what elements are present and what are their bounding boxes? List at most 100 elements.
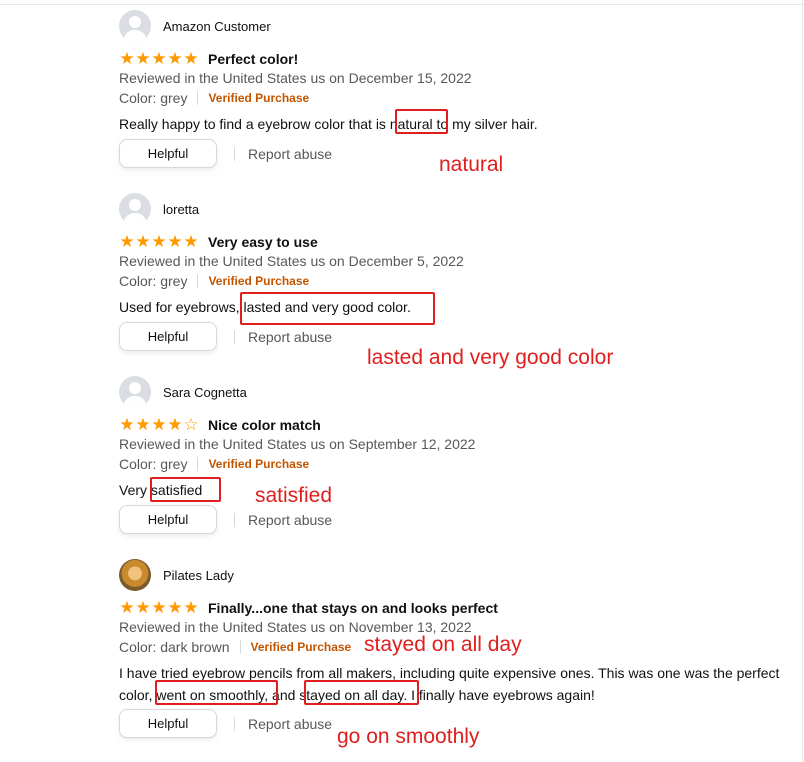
avatar — [119, 559, 151, 591]
star-icon: ★ — [151, 415, 167, 434]
meta-divider — [239, 640, 241, 654]
reviewer-profile[interactable]: loretta — [119, 193, 199, 225]
review-text: I finally have eyebrows again! — [407, 687, 595, 703]
star-rating: ★ ★ ★ ★ ★ — [119, 233, 199, 251]
review-text: Really happy to find a eyebrow color tha… — [119, 116, 390, 132]
star-icon: ★ — [151, 49, 167, 68]
star-icon: ★ — [135, 415, 151, 434]
star-icon: ★ — [167, 415, 183, 434]
review-title-row[interactable]: ★ ★ ★ ★ ★ Finally...one that stays on an… — [119, 597, 498, 619]
reviewer-name: Amazon Customer — [163, 18, 271, 34]
annotation-label: lasted and very good color — [367, 346, 614, 369]
star-icon: ★ — [119, 598, 135, 617]
star-icon: ★ — [167, 598, 183, 617]
actions-divider — [234, 512, 235, 527]
verified-purchase-badge: Verified Purchase — [208, 91, 310, 105]
report-abuse-link[interactable]: Report abuse — [248, 512, 332, 528]
actions-divider — [234, 329, 235, 344]
meta-divider — [197, 91, 199, 105]
helpful-button[interactable]: Helpful — [119, 505, 217, 534]
review-title-row[interactable]: ★ ★ ★ ★ ☆ Nice color match — [119, 414, 321, 436]
review-actions: Helpful Report abuse — [119, 505, 332, 534]
star-rating: ★ ★ ★ ★ ★ — [119, 50, 199, 68]
review-date: Reviewed in the United States us on Sept… — [119, 436, 476, 452]
star-icon: ★ — [119, 415, 135, 434]
verified-purchase-badge: Verified Purchase — [208, 457, 310, 471]
color-variant[interactable]: Color: grey — [119, 90, 187, 106]
review-title-row[interactable]: ★ ★ ★ ★ ★ Perfect color! — [119, 48, 298, 70]
review-text: Used for eyebrows, — [119, 299, 244, 315]
helpful-button[interactable]: Helpful — [119, 709, 217, 738]
review-date: Reviewed in the United States us on Dece… — [119, 253, 464, 269]
meta-divider — [197, 274, 199, 288]
avatar — [119, 10, 151, 42]
review-title[interactable]: Perfect color! — [208, 51, 298, 67]
star-icon: ★ — [151, 232, 167, 251]
star-icon: ★ — [135, 232, 151, 251]
star-icon: ★ — [183, 598, 199, 617]
report-abuse-link[interactable]: Report abuse — [248, 716, 332, 732]
color-variant[interactable]: Color: grey — [119, 456, 187, 472]
meta-divider — [197, 457, 199, 471]
color-variant[interactable]: Color: dark brown — [119, 639, 230, 655]
helpful-button[interactable]: Helpful — [119, 139, 217, 168]
highlight-box — [395, 109, 448, 134]
review-actions: Helpful Report abuse — [119, 139, 332, 168]
verified-purchase-badge: Verified Purchase — [208, 274, 310, 288]
star-icon: ★ — [119, 232, 135, 251]
review-title-row[interactable]: ★ ★ ★ ★ ★ Very easy to use — [119, 231, 318, 253]
review-meta: Color: dark brown Verified Purchase — [119, 639, 351, 655]
review-card: Sara Cognetta ★ ★ ★ ★ ☆ Nice color match… — [119, 376, 799, 551]
review-actions: Helpful Report abuse — [119, 709, 332, 738]
report-abuse-link[interactable]: Report abuse — [248, 146, 332, 162]
highlight-box — [155, 680, 278, 705]
reviewer-name: Sara Cognetta — [163, 384, 247, 400]
actions-divider — [234, 716, 235, 731]
review-title[interactable]: Very easy to use — [208, 234, 318, 250]
review-title[interactable]: Nice color match — [208, 417, 321, 433]
reviewer-profile[interactable]: Pilates Lady — [119, 559, 234, 591]
top-divider — [0, 4, 804, 5]
color-variant[interactable]: Color: grey — [119, 273, 187, 289]
review-actions: Helpful Report abuse — [119, 322, 332, 351]
highlight-box — [304, 680, 419, 705]
helpful-button[interactable]: Helpful — [119, 322, 217, 351]
reviewer-profile[interactable]: Sara Cognetta — [119, 376, 247, 408]
review-date: Reviewed in the United States us on Dece… — [119, 70, 472, 86]
actions-divider — [234, 146, 235, 161]
annotation-label: go on smoothly — [337, 725, 480, 748]
review-meta: Color: grey Verified Purchase — [119, 456, 309, 472]
highlight-box — [150, 477, 221, 502]
report-abuse-link[interactable]: Report abuse — [248, 329, 332, 345]
star-icon: ★ — [151, 598, 167, 617]
review-body: Really happy to find a eyebrow color tha… — [119, 113, 799, 135]
star-icon: ★ — [183, 232, 199, 251]
reviewer-profile[interactable]: Amazon Customer — [119, 10, 271, 42]
review-text: color, — [119, 687, 157, 703]
reviewer-name: Pilates Lady — [163, 567, 234, 583]
review-text: Very — [119, 482, 151, 498]
star-icon: ★ — [119, 49, 135, 68]
annotation-label: natural — [439, 153, 504, 176]
annotation-label: stayed on all day — [364, 633, 522, 656]
right-divider — [802, 0, 803, 762]
review-card: loretta ★ ★ ★ ★ ★ Very easy to use Revie… — [119, 193, 799, 368]
star-icon: ★ — [167, 232, 183, 251]
star-icon: ★ — [135, 598, 151, 617]
review-body: Very satisfied — [119, 479, 799, 501]
star-rating: ★ ★ ★ ★ ★ — [119, 599, 199, 617]
highlight-box — [240, 292, 435, 325]
star-icon: ★ — [135, 49, 151, 68]
annotation-label: satisfied — [255, 484, 333, 507]
verified-purchase-badge: Verified Purchase — [250, 640, 352, 654]
star-rating: ★ ★ ★ ★ ☆ — [119, 416, 199, 434]
avatar — [119, 193, 151, 225]
avatar — [119, 376, 151, 408]
star-icon: ★ — [183, 49, 199, 68]
review-meta: Color: grey Verified Purchase — [119, 90, 309, 106]
review-text: to my silver hair. — [432, 116, 538, 132]
review-meta: Color: grey Verified Purchase — [119, 273, 309, 289]
star-icon: ★ — [167, 49, 183, 68]
review-title[interactable]: Finally...one that stays on and looks pe… — [208, 600, 498, 616]
reviewer-name: loretta — [163, 201, 200, 217]
